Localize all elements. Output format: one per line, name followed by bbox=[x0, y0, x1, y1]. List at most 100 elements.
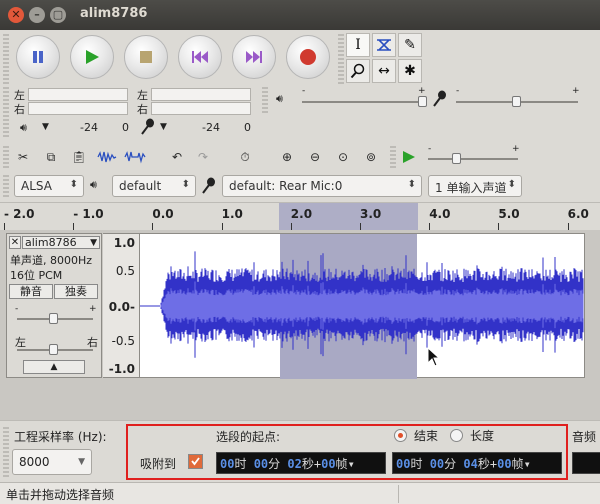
selection-end-time[interactable]: 00时 00分 04秒+00帧▾ bbox=[392, 452, 562, 474]
collapse-up-icon: ▲ bbox=[50, 362, 58, 372]
pause-button[interactable] bbox=[16, 35, 60, 79]
pan-slider[interactable] bbox=[49, 344, 58, 355]
length-radio[interactable] bbox=[450, 429, 463, 442]
input-channels-select[interactable]: 1 单输入声道 ⬍ bbox=[428, 175, 522, 197]
project-rate-combo[interactable]: 8000 ▼ bbox=[12, 449, 92, 475]
input-device-select[interactable]: default: Rear Mic:0 ⬍ bbox=[222, 175, 422, 197]
input-volume-slider[interactable] bbox=[512, 96, 521, 107]
skip-to-start-button[interactable] bbox=[178, 35, 222, 79]
skip-end-icon bbox=[246, 51, 262, 63]
select-arrows-icon: ⬍ bbox=[407, 179, 416, 190]
play-button[interactable] bbox=[70, 35, 114, 79]
gain-plus-label: + bbox=[89, 304, 97, 314]
minimize-window-icon[interactable]: – bbox=[29, 7, 45, 23]
trim-button[interactable] bbox=[96, 146, 118, 168]
stop-button[interactable] bbox=[124, 35, 168, 79]
zoom-out-button[interactable]: ⊖ bbox=[304, 146, 326, 168]
pan-right-label: 右 bbox=[87, 336, 98, 349]
selection-start-time[interactable]: 00时 00分 02秒+00帧▾ bbox=[216, 452, 386, 474]
amplitude-scale-label: -0.5 bbox=[111, 334, 135, 348]
dropdown-arrow-icon: ▼ bbox=[78, 457, 85, 467]
track-control-panel[interactable]: ✕ alim8786 ▼ 单声道, 8000Hz 16位 PCM 静音 独奏 -… bbox=[6, 233, 102, 378]
output-device-select[interactable]: default ⬍ bbox=[112, 175, 196, 197]
ruler-tick-label: 5.0 bbox=[498, 207, 520, 221]
redo-icon: ↷ bbox=[197, 150, 209, 164]
meter-rec-right-label: 右 bbox=[137, 103, 148, 116]
ruler-tick-label: - 1.0 bbox=[73, 207, 104, 221]
ruler-tick-label: 3.0 bbox=[360, 207, 382, 221]
record-meter-menu-arrow[interactable]: ▼ bbox=[160, 122, 167, 132]
play-meter-left bbox=[28, 88, 128, 101]
cut-button[interactable]: ✂ bbox=[12, 146, 34, 168]
output-volume-slider[interactable] bbox=[418, 96, 427, 107]
audio-position-time[interactable] bbox=[572, 452, 600, 474]
play-speed-track[interactable] bbox=[428, 158, 518, 160]
paste-button[interactable]: 📋︎ bbox=[68, 146, 90, 168]
selection-start-label: 选段的起点: bbox=[216, 430, 281, 444]
mute-button[interactable]: 静音 bbox=[9, 284, 53, 299]
toolbar-grip[interactable] bbox=[262, 87, 268, 113]
selection-tool-button[interactable]: I bbox=[346, 33, 370, 57]
multi-tool-button[interactable]: ✱ bbox=[398, 59, 422, 83]
track-close-button[interactable]: ✕ bbox=[9, 236, 21, 249]
silence-button[interactable] bbox=[124, 146, 146, 168]
paste-icon: 📋︎ bbox=[71, 150, 87, 164]
fit-project-button[interactable]: ⊚ bbox=[360, 146, 382, 168]
toolbar-grip[interactable] bbox=[390, 146, 396, 168]
envelope-icon bbox=[377, 39, 391, 51]
waveform-graph bbox=[140, 234, 584, 379]
snap-to-label: 吸附到 bbox=[140, 457, 177, 471]
fit-project-icon: ⊚ bbox=[365, 150, 377, 164]
skip-to-end-button[interactable] bbox=[232, 35, 276, 79]
snap-to-checkbox[interactable] bbox=[188, 454, 203, 469]
record-button[interactable] bbox=[286, 35, 330, 79]
time-shift-tool-button[interactable]: ↔ bbox=[372, 59, 396, 83]
speaker-icon[interactable]: 🔊︎ bbox=[20, 121, 27, 135]
track-name-menu[interactable]: alim8786 ▼ bbox=[22, 236, 100, 249]
mouse-cursor-icon bbox=[427, 347, 441, 367]
ruler-tick-label: 4.0 bbox=[429, 207, 451, 221]
clock-icon: ⏱︎ bbox=[240, 149, 250, 164]
play-speed-slider[interactable] bbox=[452, 153, 461, 164]
toolbar-grip[interactable] bbox=[3, 175, 9, 197]
track-collapse-button[interactable]: ▲ bbox=[23, 360, 85, 374]
play-meter-db-zero: 0 bbox=[122, 121, 129, 134]
draw-tool-button[interactable]: ✎ bbox=[398, 33, 422, 57]
fit-selection-button[interactable]: ⊙ bbox=[332, 146, 354, 168]
play-at-speed-button[interactable] bbox=[398, 146, 420, 168]
waveform-display[interactable] bbox=[139, 233, 585, 379]
play-meter-menu-arrow[interactable]: ▼ bbox=[42, 122, 49, 132]
solo-button[interactable]: 独奏 bbox=[54, 284, 98, 299]
amplitude-scale-label: 0.0- bbox=[108, 300, 135, 314]
toolbar-grip[interactable] bbox=[338, 34, 344, 84]
toolbar-grip[interactable] bbox=[3, 34, 9, 84]
envelope-tool-button[interactable] bbox=[372, 33, 396, 57]
toolbar-grip[interactable] bbox=[3, 427, 9, 477]
status-bar-divider bbox=[398, 485, 399, 503]
undo-icon: ↶ bbox=[171, 150, 183, 164]
record-meter-db-zero: 0 bbox=[244, 121, 251, 134]
end-radio[interactable] bbox=[394, 429, 407, 442]
close-window-icon[interactable]: ✕ bbox=[8, 7, 24, 23]
amplitude-scale-label: 0.5 bbox=[115, 264, 135, 278]
redo-button[interactable]: ↷ bbox=[192, 146, 214, 168]
toolbar-grip[interactable] bbox=[3, 87, 9, 139]
project-rate-label: 工程采样率 (Hz): bbox=[14, 430, 107, 444]
zoom-tool-button[interactable] bbox=[346, 59, 370, 83]
sync-lock-button[interactable]: ⏱︎ bbox=[234, 146, 256, 168]
output-volume-track[interactable] bbox=[302, 101, 424, 103]
microphone-icon[interactable] bbox=[140, 118, 156, 136]
undo-button[interactable]: ↶ bbox=[166, 146, 188, 168]
project-rate-value: 8000 bbox=[19, 455, 50, 469]
zoom-in-button[interactable]: ⊕ bbox=[276, 146, 298, 168]
gain-slider[interactable] bbox=[49, 313, 58, 324]
timeline-ruler[interactable]: - 2.0 - 1.0 0.0 1.0 2.0 3.0 4.0 5.0 6.0 bbox=[0, 202, 600, 231]
toolbar-grip[interactable] bbox=[3, 146, 9, 168]
audio-host-select[interactable]: ALSA ⬍ bbox=[14, 175, 84, 197]
copy-button[interactable]: ⧉ bbox=[40, 146, 62, 168]
pencil-icon: ✎ bbox=[404, 37, 416, 53]
amplitude-scale-label: 1.0 bbox=[113, 236, 135, 250]
record-meter-left bbox=[151, 88, 251, 101]
input-volume-plus: + bbox=[572, 86, 580, 96]
maximize-window-icon[interactable]: ▢ bbox=[50, 7, 66, 23]
